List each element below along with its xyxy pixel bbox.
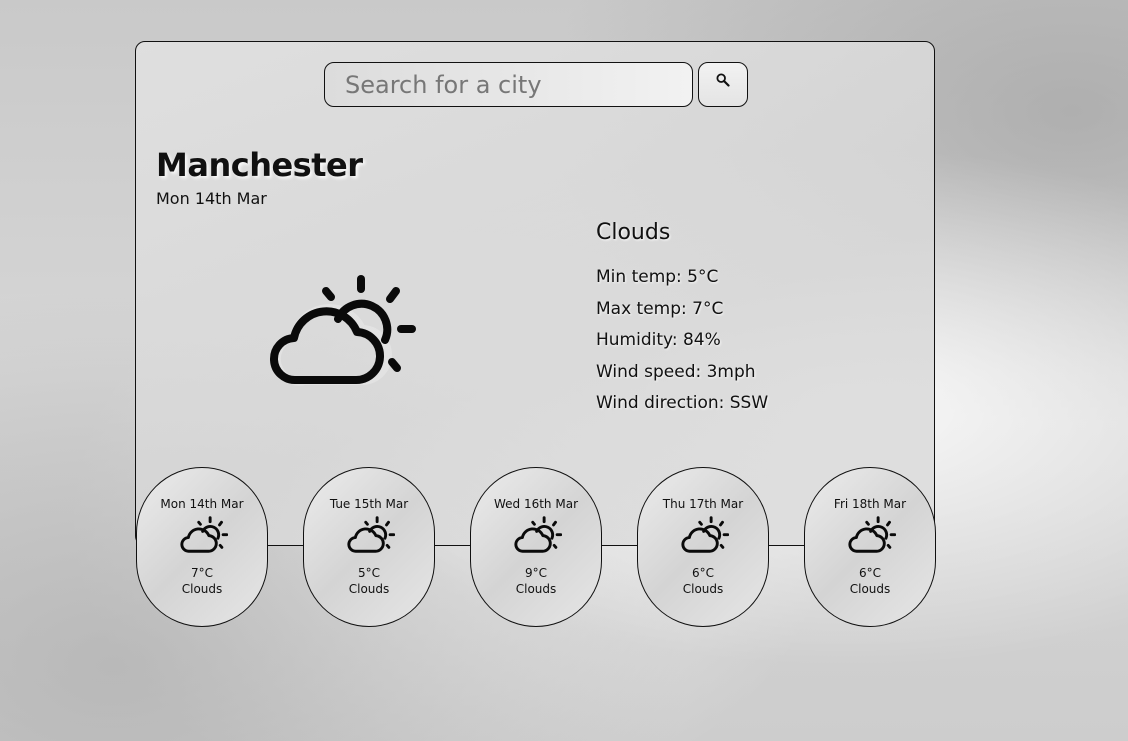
forecast-condition: Clouds — [849, 582, 891, 596]
search-input[interactable] — [324, 62, 693, 107]
weather-details: Clouds Min temp: 5°C Max temp: 7°C Humid… — [596, 220, 768, 425]
partly-cloudy-icon — [180, 516, 228, 553]
forecast-date: Tue 15th Mar — [329, 497, 409, 511]
forecast-temp: 7°C — [190, 566, 213, 580]
partly-cloudy-icon — [514, 516, 562, 553]
city-name: Manchester — [156, 146, 363, 184]
forecast-temp: 6°C — [858, 566, 881, 580]
forecast-date: Wed 16th Mar — [493, 497, 578, 511]
partly-cloudy-icon — [347, 516, 395, 553]
stat-wind-speed: Wind speed: 3mph — [596, 361, 756, 382]
forecast-date: Fri 18th Mar — [833, 497, 907, 511]
forecast-condition: Clouds — [515, 582, 557, 596]
stat-humidity: Humidity: 84% — [596, 330, 721, 350]
stat-min-temp: Min temp: 5°C — [596, 267, 719, 287]
stat-max-temp: Max temp: 7°C — [596, 298, 724, 319]
partly-cloudy-icon — [270, 275, 416, 386]
forecast-day-card[interactable]: Fri 18th Mar 6°C Clouds — [804, 467, 936, 627]
partly-cloudy-icon — [848, 516, 896, 553]
forecast-temp: 6°C — [691, 566, 714, 580]
forecast-date: Mon 14th Mar — [160, 497, 244, 511]
partly-cloudy-icon — [681, 516, 729, 553]
forecast-day-card[interactable]: Mon 14th Mar 7°C Clouds — [136, 467, 268, 627]
search-bar — [324, 62, 748, 107]
forecast-date: Thu 17th Mar — [662, 497, 744, 511]
forecast-condition: Clouds — [682, 582, 724, 596]
current-date: Mon 14th Mar — [156, 189, 267, 208]
forecast-day-card[interactable]: Tue 15th Mar 5°C Clouds — [303, 467, 435, 627]
search-button[interactable] — [698, 62, 748, 107]
forecast-temp: 9°C — [524, 566, 547, 580]
search-icon — [716, 73, 730, 87]
forecast-day-card[interactable]: Thu 17th Mar 6°C Clouds — [637, 467, 769, 627]
forecast-row: Mon 14th Mar 7°C Clouds Tue 15th Mar 5°C… — [136, 467, 936, 627]
stat-wind-direction: Wind direction: SSW — [596, 393, 769, 413]
current-condition: Clouds — [596, 220, 671, 245]
forecast-day-card[interactable]: Wed 16th Mar 9°C Clouds — [470, 467, 602, 627]
forecast-condition: Clouds — [348, 582, 390, 596]
forecast-condition: Clouds — [181, 582, 223, 596]
forecast-temp: 5°C — [357, 566, 380, 580]
